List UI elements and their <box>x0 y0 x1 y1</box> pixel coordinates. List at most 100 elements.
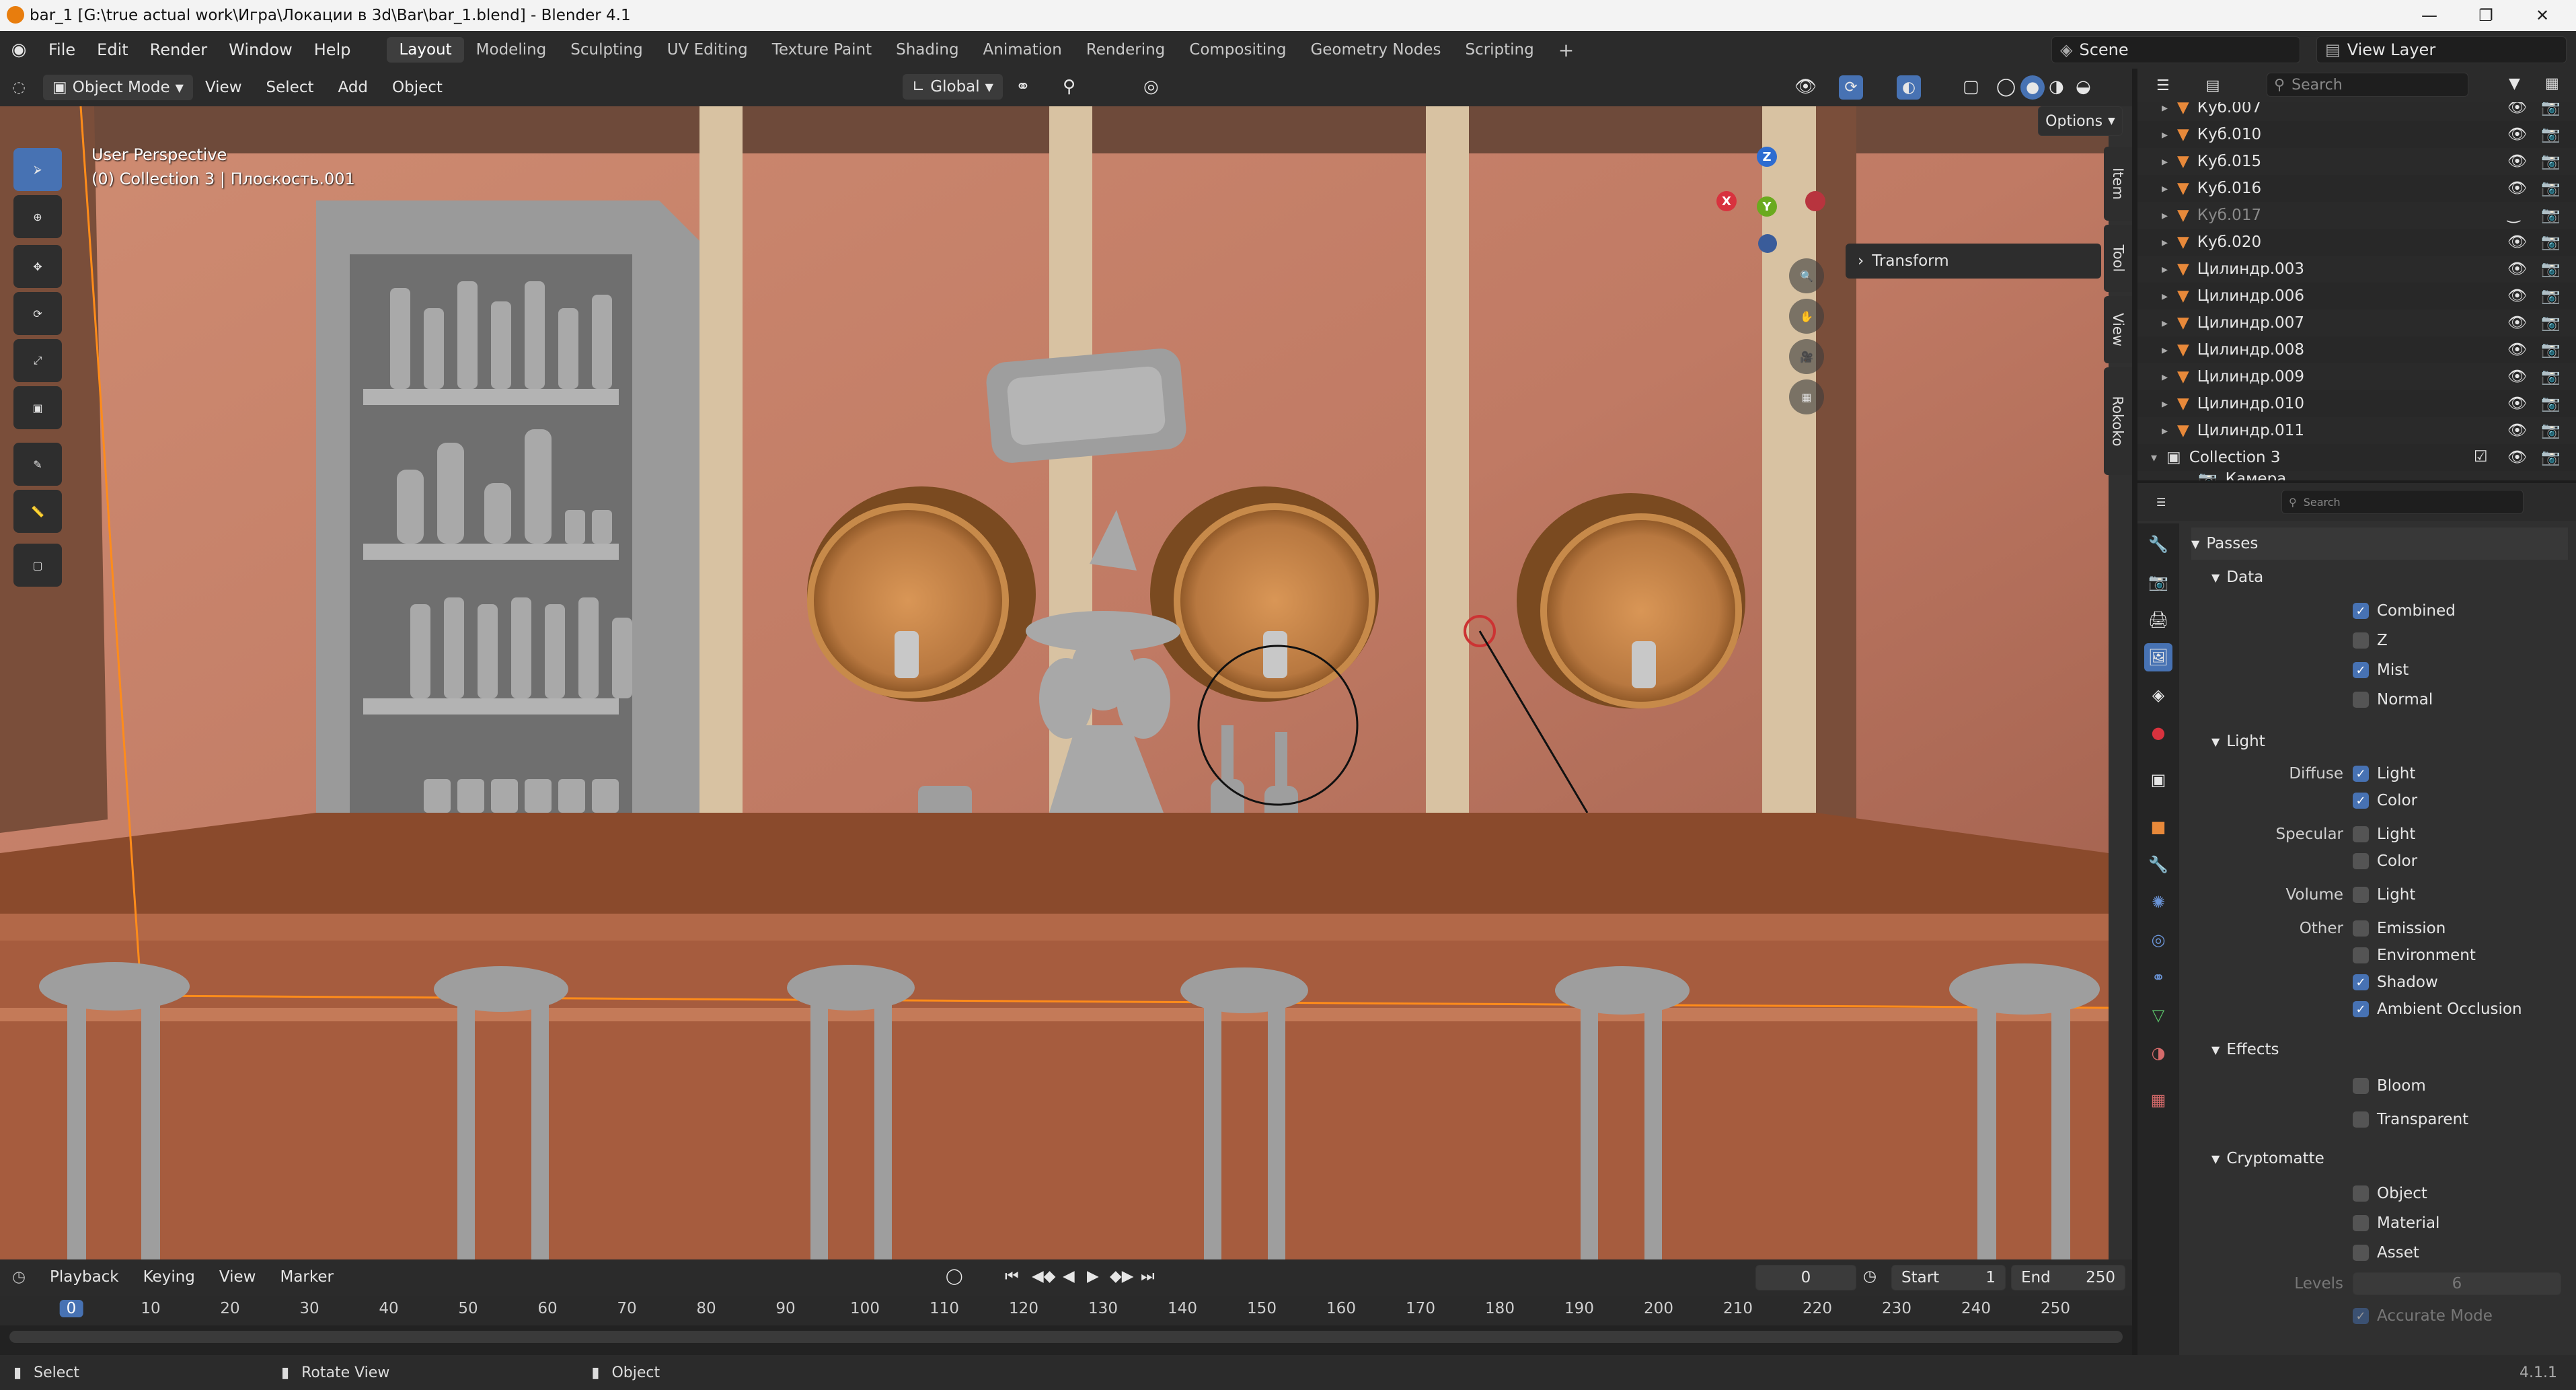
eye-icon[interactable]: 👁 <box>2507 448 2527 466</box>
gizmo-neg-z-axis[interactable] <box>1758 234 1777 253</box>
physics-tab-icon[interactable]: ◎ <box>2144 926 2172 954</box>
checkbox-collection[interactable]: ☑ <box>2474 448 2488 466</box>
filter-icon[interactable]: ▼ <box>2509 75 2520 92</box>
emission-row[interactable]: Other Emission <box>2185 915 2561 942</box>
checkbox-crypto-asset[interactable] <box>2353 1245 2369 1261</box>
rotate-tool-icon[interactable]: ⟳ <box>13 292 62 335</box>
measure-tool-icon[interactable]: 📏 <box>13 490 62 533</box>
expand-arrow-icon[interactable]: ▸ <box>2162 397 2168 411</box>
camera-render-icon[interactable]: 📷 <box>2541 125 2561 143</box>
collapse-arrow-icon[interactable]: ▾ <box>2151 451 2157 465</box>
outliner-row[interactable]: ▸ ▼ Куб.010 👁 📷 <box>2137 121 2576 148</box>
outliner-row[interactable]: ▸ ▼ Цилиндр.007 👁 📷 <box>2137 309 2576 336</box>
outliner-row[interactable]: ▸ ▼ Цилиндр.011 👁 📷 <box>2137 417 2576 444</box>
expand-arrow-icon[interactable]: ▸ <box>2162 262 2168 277</box>
outliner-row[interactable]: ▸ ▼ Цилиндр.003 👁 📷 <box>2137 256 2576 283</box>
expand-arrow-icon[interactable]: ▸ <box>2162 289 2168 303</box>
camera-render-icon[interactable]: 📷 <box>2541 152 2561 170</box>
eye-icon[interactable]: 👁 <box>2507 260 2527 278</box>
checkbox-crypto-material[interactable] <box>2353 1215 2369 1231</box>
outliner-child-row[interactable]: 📷 Камера <box>2137 471 2576 480</box>
transform-orientation-dropdown[interactable]: ∟ Global ▼ <box>903 74 1003 100</box>
outliner-row[interactable]: ▸ ▼ Цилиндр.008 👁 📷 <box>2137 336 2576 363</box>
diffuse-light-row[interactable]: Diffuse ✓ Light <box>2185 760 2561 787</box>
outliner-row[interactable]: ▸ ▼ Куб.020 👁 📷 <box>2137 229 2576 256</box>
modifier-tab-icon[interactable]: 🔧 <box>2144 850 2172 879</box>
outliner-row[interactable]: ▸ ▼ Куб.007 👁 📷 <box>2137 102 2576 121</box>
maximize-button[interactable]: ❐ <box>2458 0 2514 31</box>
workspace-tab-compositing[interactable]: Compositing <box>1177 37 1298 63</box>
current-frame-field[interactable]: 0 <box>1755 1265 1856 1290</box>
jump-keyframe-back-icon[interactable]: ◀◆ <box>1032 1268 1055 1285</box>
checkbox-bloom[interactable] <box>2353 1078 2369 1094</box>
volume-light-row[interactable]: Volume Light <box>2185 881 2561 908</box>
sidebar-tab-rokoko[interactable]: Rokoko <box>2104 367 2132 475</box>
object-mode-dropdown[interactable]: ▣ Object Mode ▼ <box>43 75 193 100</box>
checkbox-z[interactable] <box>2353 632 2369 649</box>
expand-arrow-icon[interactable]: ▸ <box>2162 343 2168 357</box>
outliner-row[interactable]: ▸ ▼ Цилиндр.010 👁 📷 <box>2137 390 2576 417</box>
checkbox-diffuse-color[interactable]: ✓ <box>2353 793 2369 809</box>
checkbox-transparent[interactable] <box>2353 1111 2369 1128</box>
transform-tool-icon[interactable]: ▣ <box>13 386 62 429</box>
checkbox-diffuse-light[interactable]: ✓ <box>2353 766 2369 782</box>
camera-render-icon[interactable]: 📷 <box>2541 367 2561 386</box>
timeline-track-area[interactable] <box>0 1325 2132 1355</box>
camera-render-icon[interactable]: 📷 <box>2541 102 2561 116</box>
crypto-material-row[interactable]: Material <box>2185 1210 2561 1237</box>
xray-toggle-icon[interactable]: ▢ <box>1963 77 1979 97</box>
auto-keying-icon[interactable]: ◯ <box>946 1268 963 1285</box>
output-tab-icon[interactable]: 🖨 <box>2144 606 2172 634</box>
crypto-object-row[interactable]: Object <box>2185 1180 2561 1207</box>
eye-icon[interactable]: 👁 <box>2507 125 2527 143</box>
workspace-tab-geometry-nodes[interactable]: Geometry Nodes <box>1298 37 1453 63</box>
camera-render-icon[interactable]: 📷 <box>2541 448 2561 466</box>
texture-tab-icon[interactable]: ▦ <box>2144 1086 2172 1114</box>
checkbox-shadow[interactable]: ✓ <box>2353 974 2369 990</box>
timeline-ruler[interactable]: 0 10 20 30 40 50 60 70 80 90 100 110 120 130 140 150 160… <box>0 1296 2132 1325</box>
expand-arrow-icon[interactable]: ▸ <box>2162 155 2168 169</box>
menu-edit[interactable]: Edit <box>86 40 139 59</box>
material-preview-icon[interactable]: ◑ <box>2049 77 2064 97</box>
checkbox-emission[interactable] <box>2353 920 2369 937</box>
timeline-scrollbar[interactable] <box>9 1331 2123 1343</box>
expand-arrow-icon[interactable]: ▸ <box>2162 102 2168 115</box>
timeline-menu-view[interactable]: View <box>207 1268 268 1286</box>
workspace-tab-shading[interactable]: Shading <box>884 37 971 63</box>
eye-icon[interactable]: 👁 <box>2507 179 2527 197</box>
rendered-shading-icon[interactable]: ◒ <box>2076 77 2091 97</box>
view-layer-selector[interactable]: ▤ View Layer <box>2316 36 2567 63</box>
outliner-row[interactable]: ▸ ▼ Куб.015 👁 📷 <box>2137 148 2576 175</box>
eye-icon[interactable]: 👁 <box>2507 367 2527 386</box>
constraints-tab-icon[interactable]: ⚭ <box>2144 963 2172 992</box>
eye-icon[interactable]: 👁 <box>2507 233 2527 251</box>
workspace-tab-scripting[interactable]: Scripting <box>1453 37 1546 63</box>
eye-icon[interactable]: 👁 <box>2507 287 2527 305</box>
outliner-collection-row[interactable]: ▾ ▣ Collection 3 ☑ 👁 📷 <box>2137 444 2576 471</box>
eye-icon[interactable]: 👁 <box>2507 152 2527 170</box>
snap-icon[interactable]: ⚲ <box>1063 77 1075 97</box>
world-tab-icon[interactable]: ● <box>2144 719 2172 747</box>
scene-tab-icon[interactable]: ◈ <box>2144 681 2172 709</box>
select-box-tool-icon[interactable]: ⮚ <box>13 148 62 191</box>
move-tool-icon[interactable]: ✥ <box>13 245 62 288</box>
zoom-icon[interactable]: 🔍 <box>1789 258 1824 293</box>
camera-render-icon[interactable]: 📷 <box>2541 179 2561 197</box>
gizmo-toggle-icon[interactable]: ⟳ <box>1839 75 1863 100</box>
workspace-tab-animation[interactable]: Animation <box>971 37 1074 63</box>
checkbox-combined[interactable]: ✓ <box>2353 603 2369 619</box>
camera-render-icon[interactable]: 📷 <box>2541 394 2561 412</box>
outliner-row[interactable]: ▸ ▼ Цилиндр.009 👁 📷 <box>2137 363 2576 390</box>
sidebar-tab-tool[interactable]: Tool <box>2104 225 2132 292</box>
visibility-icon[interactable]: 👁 <box>1794 77 1817 97</box>
perspective-grid-icon[interactable]: ▦ <box>1789 379 1824 414</box>
expand-arrow-icon[interactable]: ▸ <box>2162 235 2168 250</box>
expand-arrow-icon[interactable]: ▸ <box>2162 209 2168 223</box>
outliner-row[interactable]: ▸ ▼ Куб.016 👁 📷 <box>2137 175 2576 202</box>
specular-color-row[interactable]: Color <box>2185 848 2561 875</box>
outliner-row[interactable]: ▸ ▼ Куб.017 ‿ 📷 <box>2137 202 2576 229</box>
jump-end-icon[interactable]: ⏭ <box>1141 1268 1155 1285</box>
pivot-point-icon[interactable]: ⚭ <box>1016 77 1030 97</box>
pass-normal-row[interactable]: Normal <box>2185 686 2561 713</box>
viewport-menu-view[interactable]: View <box>193 79 254 96</box>
